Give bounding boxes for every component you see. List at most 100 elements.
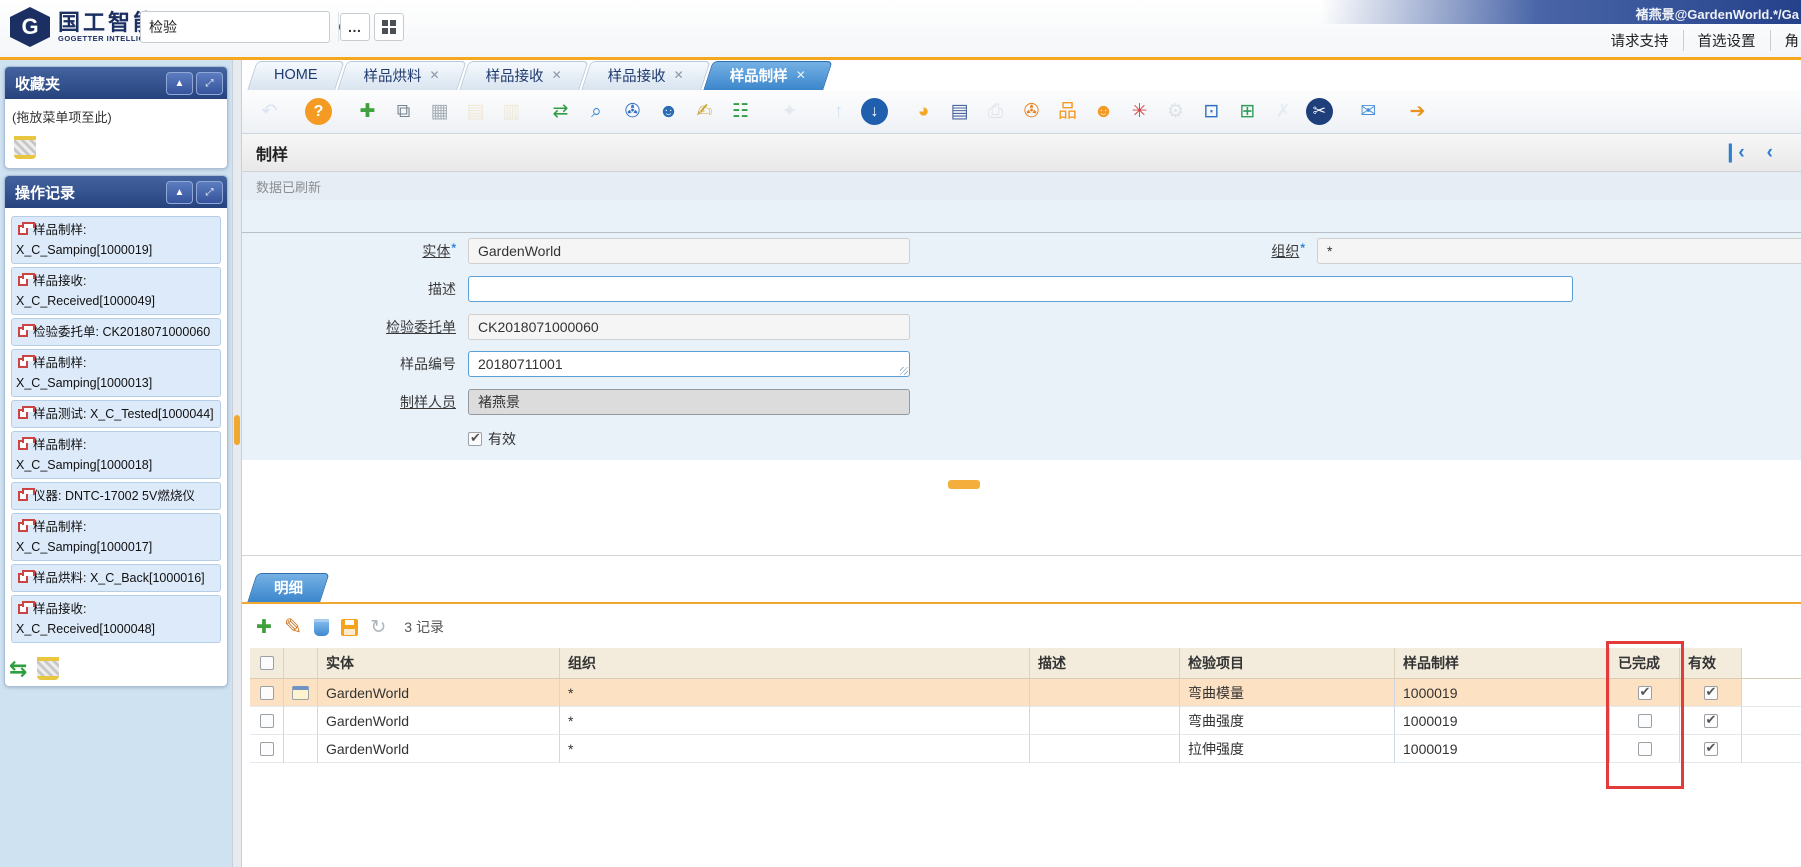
column-header-sampling[interactable]: 样品制样: [1395, 648, 1610, 678]
column-header-org[interactable]: 组织: [560, 648, 1030, 678]
column-header-entity[interactable]: 实体: [318, 648, 560, 678]
dock-tab-icon[interactable]: ⊞: [1234, 98, 1261, 125]
customize-icon[interactable]: ✂: [1306, 98, 1333, 125]
history-item[interactable]: 样品制样: X_C_Samping[1000013]: [11, 349, 221, 397]
requests-icon[interactable]: ☻: [1090, 98, 1117, 125]
table-row[interactable]: GardenWorld * 拉伸强度 1000019: [250, 735, 1801, 763]
tab-detail[interactable]: 明细: [252, 572, 325, 602]
history-item[interactable]: 样品接收: X_C_Received[1000049]: [11, 267, 221, 315]
tab-sample-drying[interactable]: 样品烘料 ✕: [342, 60, 462, 90]
sidebar-splitter[interactable]: [232, 60, 242, 867]
exit-icon[interactable]: ➔: [1404, 98, 1431, 125]
entity-field[interactable]: GardenWorld: [468, 238, 910, 264]
undo-icon[interactable]: ↶: [256, 98, 283, 125]
column-header-active[interactable]: 有效: [1680, 648, 1742, 678]
history-item[interactable]: 仪器: DNTC-17002 5V燃烧仪: [11, 482, 221, 510]
refresh-line-icon[interactable]: ↻: [370, 618, 386, 637]
archive-icon[interactable]: ✇: [1018, 98, 1045, 125]
history-item[interactable]: 样品制样: X_C_Samping[1000019]: [11, 216, 221, 264]
preferences-link[interactable]: 首选设置: [1683, 30, 1770, 51]
workflow-icon[interactable]: 品: [1054, 98, 1081, 125]
column-header-description[interactable]: 描述: [1030, 648, 1180, 678]
first-record-icon[interactable]: ❙‹: [1722, 143, 1744, 162]
chart-icon[interactable]: ◕: [910, 98, 937, 125]
more-menu-button[interactable]: …: [340, 13, 370, 41]
search-input[interactable]: [141, 19, 338, 35]
splitter-grip[interactable]: [234, 415, 240, 445]
org-field[interactable]: *: [1317, 238, 1801, 264]
expand-panel-button[interactable]: ⤢: [196, 181, 223, 204]
tab-home[interactable]: HOME ✕: [252, 60, 340, 90]
print-icon[interactable]: ⎙: [982, 98, 1009, 125]
tab-sample-receiving-1[interactable]: 样品接收 ✕: [464, 60, 584, 90]
copy-record-icon[interactable]: ⧉: [390, 98, 417, 125]
edit-line-icon[interactable]: ✎: [284, 616, 302, 638]
delete-record-icon[interactable]: ▦: [426, 98, 453, 125]
collapse-panel-button[interactable]: ▲: [166, 181, 193, 204]
report-icon[interactable]: ▤: [946, 98, 973, 125]
row-checkbox[interactable]: [260, 714, 274, 728]
history-item[interactable]: 检验委托单: CK2018071000060: [11, 318, 221, 346]
new-line-icon[interactable]: ✚: [256, 618, 272, 637]
table-row[interactable]: GardenWorld * 弯曲模量 1000019: [250, 679, 1801, 707]
collapse-panel-button[interactable]: ▲: [166, 72, 193, 95]
column-header-inspection-item[interactable]: 检验项目: [1180, 648, 1395, 678]
expand-panel-button[interactable]: ⤢: [196, 72, 223, 95]
export-icon[interactable]: ✗: [1270, 98, 1297, 125]
select-all-checkbox[interactable]: [260, 656, 274, 670]
active-checkbox[interactable]: [1704, 714, 1718, 728]
save-create-icon[interactable]: ▥: [498, 98, 525, 125]
row-checkbox[interactable]: [260, 686, 274, 700]
row-checkbox[interactable]: [260, 742, 274, 756]
history-item[interactable]: 样品接收: X_C_Received[1000048]: [11, 595, 221, 643]
completed-checkbox[interactable]: [1638, 742, 1652, 756]
email-icon[interactable]: ✉: [1355, 98, 1382, 125]
description-field[interactable]: [468, 276, 1573, 302]
new-record-icon[interactable]: ✚: [354, 98, 381, 125]
requery-icon[interactable]: ⇄: [547, 98, 574, 125]
detail-record-icon[interactable]: ↓: [861, 98, 888, 125]
edit-row-icon[interactable]: [292, 686, 309, 700]
delete-line-icon[interactable]: [314, 619, 329, 636]
history-item[interactable]: 样品制样: X_C_Samping[1000018]: [11, 431, 221, 479]
apps-grid-button[interactable]: [374, 13, 404, 41]
trash-icon[interactable]: [14, 136, 36, 159]
resize-handle[interactable]: [900, 367, 908, 375]
history-item[interactable]: 样品制样: X_C_Samping[1000017]: [11, 513, 221, 561]
tab-sample-preparation[interactable]: 样品制样 ✕: [708, 60, 828, 90]
history-item[interactable]: 样品烘料: X_C_Back[1000016]: [11, 564, 221, 592]
product-info-icon[interactable]: ✳: [1126, 98, 1153, 125]
previous-record-icon[interactable]: ‹: [1767, 143, 1773, 162]
note-icon[interactable]: ✍: [691, 98, 718, 125]
process-icon[interactable]: ✦: [776, 98, 803, 125]
tab-sample-receiving-2[interactable]: 样品接收 ✕: [586, 60, 706, 90]
attachment-icon[interactable]: ✇: [619, 98, 646, 125]
panel-collapse-handle[interactable]: [948, 480, 980, 489]
active-checkbox[interactable]: [1704, 686, 1718, 700]
preference-icon[interactable]: ⚙: [1162, 98, 1189, 125]
active-checkbox[interactable]: [1704, 742, 1718, 756]
grid-toggle-icon[interactable]: ☷: [727, 98, 754, 125]
column-header-completed[interactable]: 已完成: [1610, 648, 1680, 678]
active-checkbox[interactable]: [468, 432, 482, 446]
find-icon[interactable]: ⌕: [583, 98, 610, 125]
role-link[interactable]: 角: [1770, 30, 1801, 51]
history-item[interactable]: 样品测试: X_C_Tested[1000044]: [11, 400, 221, 428]
inspection-order-field[interactable]: CK2018071000060: [468, 314, 910, 340]
completed-checkbox[interactable]: [1638, 686, 1652, 700]
tab-close-icon[interactable]: ✕: [552, 68, 562, 82]
save-record-icon[interactable]: ▤: [462, 98, 489, 125]
save-line-icon[interactable]: [341, 619, 358, 636]
sample-no-field[interactable]: 20180711001: [468, 351, 910, 377]
table-row[interactable]: GardenWorld * 弯曲强度 1000019: [250, 707, 1801, 735]
trash-icon[interactable]: [37, 657, 59, 680]
chat-icon[interactable]: ☻: [655, 98, 682, 125]
support-link[interactable]: 请求支持: [1597, 30, 1683, 51]
tab-close-icon[interactable]: ✕: [674, 68, 684, 82]
restore-icon[interactable]: ⇆: [9, 658, 27, 680]
detach-tab-icon[interactable]: ⊡: [1198, 98, 1225, 125]
tab-close-icon[interactable]: ✕: [430, 68, 440, 82]
help-icon[interactable]: ?: [305, 98, 332, 125]
tab-close-icon[interactable]: ✕: [796, 68, 806, 82]
parent-record-icon[interactable]: ↑: [825, 98, 852, 125]
